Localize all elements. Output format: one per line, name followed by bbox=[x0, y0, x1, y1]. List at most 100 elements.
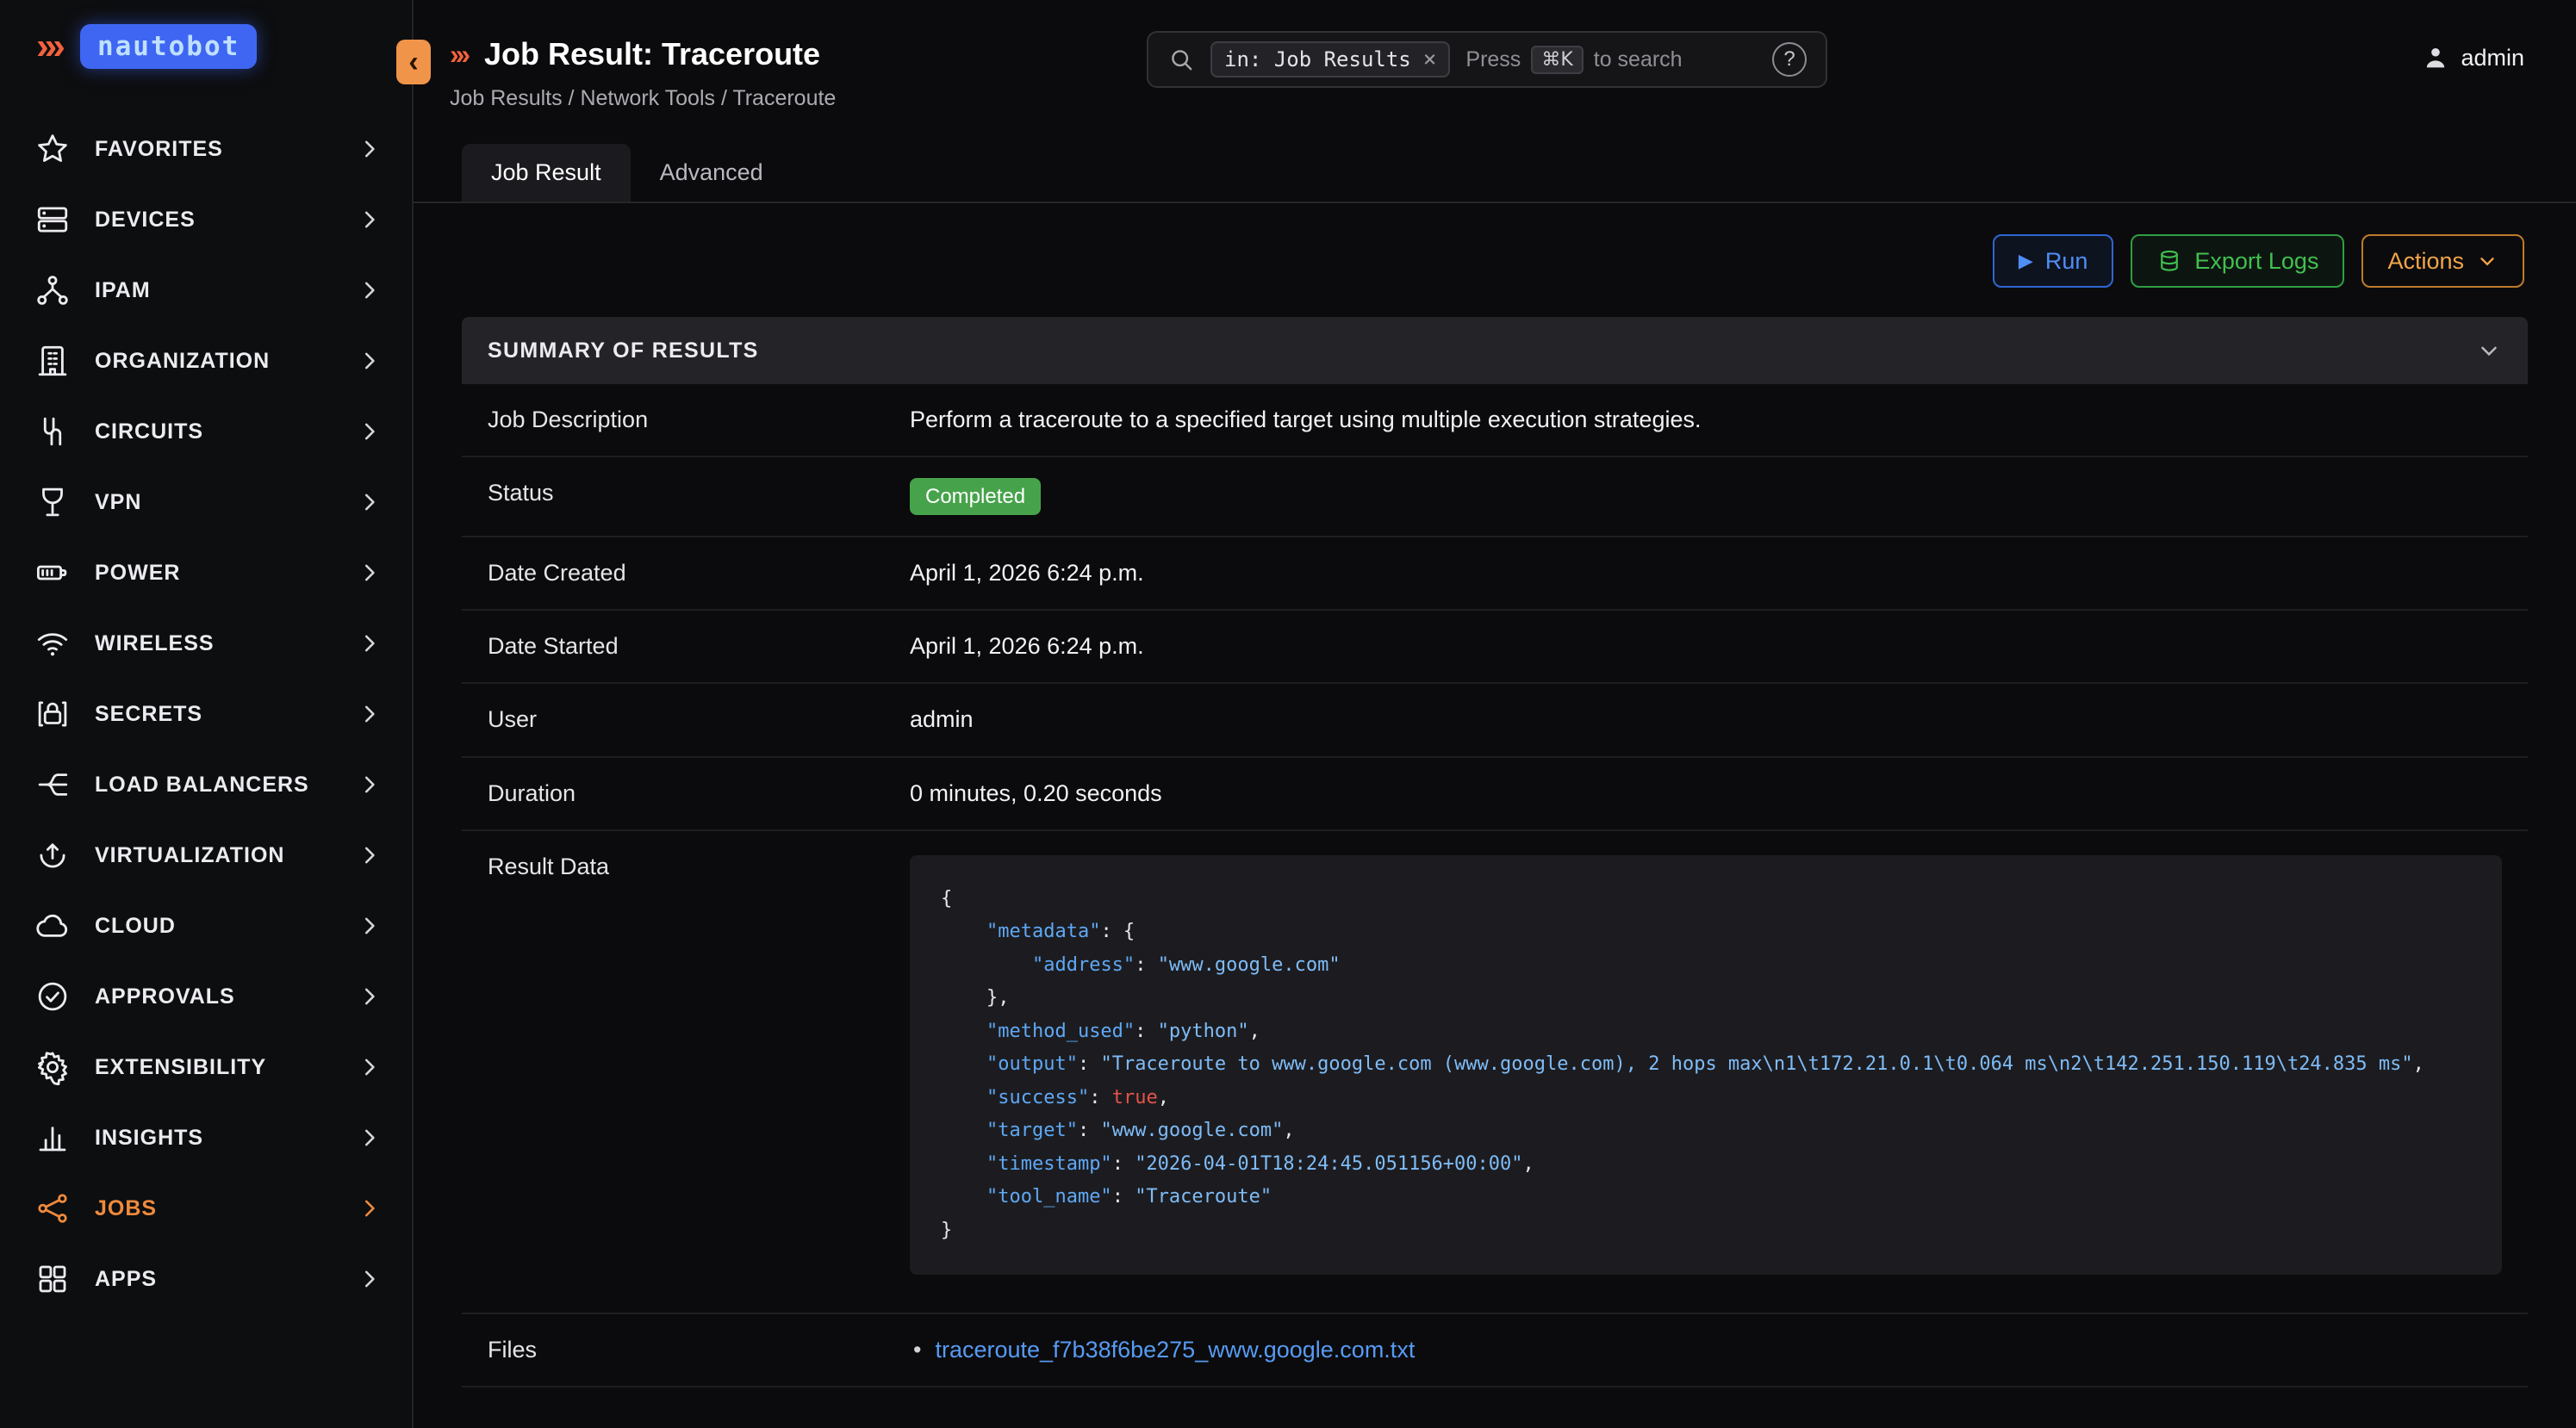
sidebar-item-virtualization[interactable]: VIRTUALIZATION bbox=[0, 820, 412, 891]
sidebar-nav: FAVORITES DEVICES IPAM ORGANIZATION CIRCUITS… bbox=[0, 114, 412, 1314]
sidebar-item-devices[interactable]: DEVICES bbox=[0, 184, 412, 255]
tab-job-result[interactable]: Job Result bbox=[462, 144, 631, 202]
help-icon[interactable]: ? bbox=[1772, 42, 1807, 77]
export-logs-label: Export Logs bbox=[2194, 248, 2318, 275]
row-label: Files bbox=[462, 1314, 884, 1386]
chevron-right-icon bbox=[357, 1054, 383, 1080]
circuits-icon bbox=[34, 413, 71, 450]
sidebar-item-label: JOBS bbox=[95, 1196, 357, 1221]
row-label: Date Created bbox=[462, 537, 884, 609]
row-value: { "metadata": { "address": "www.google.c… bbox=[884, 831, 2528, 1313]
user-menu[interactable]: admin bbox=[2421, 43, 2524, 72]
nautobot-logo[interactable]: ››› nautobot bbox=[0, 0, 412, 88]
chevron-right-icon bbox=[357, 1195, 383, 1221]
row-value: Completed bbox=[884, 457, 2528, 536]
chevron-right-icon bbox=[357, 913, 383, 939]
sidebar-item-apps[interactable]: APPS bbox=[0, 1244, 412, 1314]
vpn-icon bbox=[34, 484, 71, 520]
apps-icon bbox=[34, 1261, 71, 1297]
row-files: Files • traceroute_f7b38f6be275_www.goog… bbox=[462, 1314, 2528, 1388]
sidebar-item-label: CIRCUITS bbox=[95, 419, 357, 444]
play-icon: ▶ bbox=[2019, 250, 2033, 272]
search-filter-chip-label: in: Job Results bbox=[1224, 47, 1411, 71]
actions-button[interactable]: Actions bbox=[2361, 234, 2524, 288]
sidebar-item-approvals[interactable]: APPROVALS bbox=[0, 961, 412, 1032]
sidebar-item-load-balancers[interactable]: LOAD BALANCERS bbox=[0, 749, 412, 820]
sidebar-item-jobs[interactable]: JOBS bbox=[0, 1173, 412, 1244]
chevron-right-icon bbox=[357, 277, 383, 303]
run-button[interactable]: ▶ Run bbox=[1993, 234, 2113, 288]
row-value: admin bbox=[884, 684, 2528, 755]
sidebar-item-organization[interactable]: ORGANIZATION bbox=[0, 326, 412, 396]
row-value: 0 minutes, 0.20 seconds bbox=[884, 758, 2528, 829]
sidebar-item-favorites[interactable]: FAVORITES bbox=[0, 114, 412, 184]
chevron-right-icon bbox=[357, 136, 383, 162]
chevron-right-icon bbox=[357, 842, 383, 868]
page-header: ››› Job Result: Traceroute Job Results /… bbox=[414, 0, 2576, 111]
sidebar-item-ipam[interactable]: IPAM bbox=[0, 255, 412, 326]
chip-remove-icon[interactable]: × bbox=[1423, 48, 1437, 71]
sidebar-item-secrets[interactable]: SECRETS bbox=[0, 679, 412, 749]
row-value: • traceroute_f7b38f6be275_www.google.com… bbox=[884, 1314, 2528, 1386]
global-search-input[interactable]: in: Job Results × Press ⌘K to search ? bbox=[1147, 31, 1827, 88]
summary-panel-header[interactable]: SUMMARY OF RESULTS bbox=[462, 317, 2528, 384]
sidebar-item-extensibility[interactable]: EXTENSIBILITY bbox=[0, 1032, 412, 1102]
search-filter-chip[interactable]: in: Job Results × bbox=[1210, 41, 1450, 78]
brand-arrows-icon: ››› bbox=[36, 28, 66, 65]
chevron-right-icon bbox=[357, 560, 383, 586]
sidebar-item-label: APPROVALS bbox=[95, 984, 357, 1009]
search-icon bbox=[1167, 46, 1195, 73]
organization-icon bbox=[34, 343, 71, 379]
chevron-right-icon bbox=[357, 207, 383, 233]
sidebar-item-label: DEVICES bbox=[95, 208, 357, 233]
username: admin bbox=[2461, 45, 2524, 71]
row-label: Date Started bbox=[462, 611, 884, 682]
row-date-started: Date Started April 1, 2026 6:24 p.m. bbox=[462, 611, 2528, 684]
tab-advanced[interactable]: Advanced bbox=[631, 144, 793, 202]
row-label: Job Description bbox=[462, 384, 884, 456]
tab-bar: Job Result Advanced bbox=[414, 144, 2576, 203]
sidebar-item-insights[interactable]: INSIGHTS bbox=[0, 1102, 412, 1173]
sidebar-item-circuits[interactable]: CIRCUITS bbox=[0, 396, 412, 467]
breadcrumb[interactable]: Job Results / Network Tools / Traceroute bbox=[450, 86, 1147, 111]
sidebar-item-power[interactable]: POWER bbox=[0, 537, 412, 608]
search-hint: Press ⌘K to search bbox=[1465, 46, 1757, 74]
chevron-right-icon bbox=[357, 701, 383, 727]
sidebar-item-label: ORGANIZATION bbox=[95, 349, 357, 374]
sidebar-item-vpn[interactable]: VPN bbox=[0, 467, 412, 537]
chevron-right-icon bbox=[357, 772, 383, 798]
nautobot-app: ››› nautobot FAVORITES DEVICES IPAM ORGANIZ… bbox=[0, 0, 2576, 1428]
title-arrows-icon: ››› bbox=[450, 39, 470, 71]
ipam-icon bbox=[34, 272, 71, 308]
virtualization-icon bbox=[34, 837, 71, 873]
result-file-link[interactable]: traceroute_f7b38f6be275_www.google.com.t… bbox=[935, 1335, 1415, 1365]
row-status: Status Completed bbox=[462, 457, 2528, 537]
sidebar-item-label: INSIGHTS bbox=[95, 1126, 357, 1151]
sidebar-item-label: SECRETS bbox=[95, 702, 357, 727]
insights-icon bbox=[34, 1120, 71, 1156]
chevron-right-icon bbox=[357, 630, 383, 656]
sidebar-collapse-button[interactable]: ‹ bbox=[396, 40, 431, 84]
row-label: Result Data bbox=[462, 831, 884, 903]
sidebar-item-label: EXTENSIBILITY bbox=[95, 1055, 357, 1080]
page-title: Job Result: Traceroute bbox=[484, 36, 820, 72]
devices-icon bbox=[34, 202, 71, 238]
sidebar: ››› nautobot FAVORITES DEVICES IPAM ORGANIZ… bbox=[0, 0, 414, 1428]
row-result-data: Result Data { "metadata": { "address": "… bbox=[462, 831, 2528, 1315]
search-hint-suffix: to search bbox=[1594, 47, 1683, 72]
row-duration: Duration 0 minutes, 0.20 seconds bbox=[462, 758, 2528, 831]
wireless-icon bbox=[34, 625, 71, 661]
title-block: ››› Job Result: Traceroute Job Results /… bbox=[450, 0, 1147, 111]
row-label: Status bbox=[462, 457, 884, 529]
export-logs-button[interactable]: Export Logs bbox=[2131, 234, 2344, 288]
row-date-created: Date Created April 1, 2026 6:24 p.m. bbox=[462, 537, 2528, 611]
chevron-right-icon bbox=[357, 489, 383, 515]
database-icon bbox=[2156, 248, 2182, 274]
chevron-right-icon bbox=[357, 1266, 383, 1292]
row-job-description: Job Description Perform a traceroute to … bbox=[462, 384, 2528, 457]
chevron-right-icon bbox=[357, 419, 383, 444]
sidebar-item-cloud[interactable]: CLOUD bbox=[0, 891, 412, 961]
sidebar-item-wireless[interactable]: WIRELESS bbox=[0, 608, 412, 679]
chevron-right-icon bbox=[357, 1125, 383, 1151]
chevron-down-icon[interactable] bbox=[2476, 338, 2502, 363]
